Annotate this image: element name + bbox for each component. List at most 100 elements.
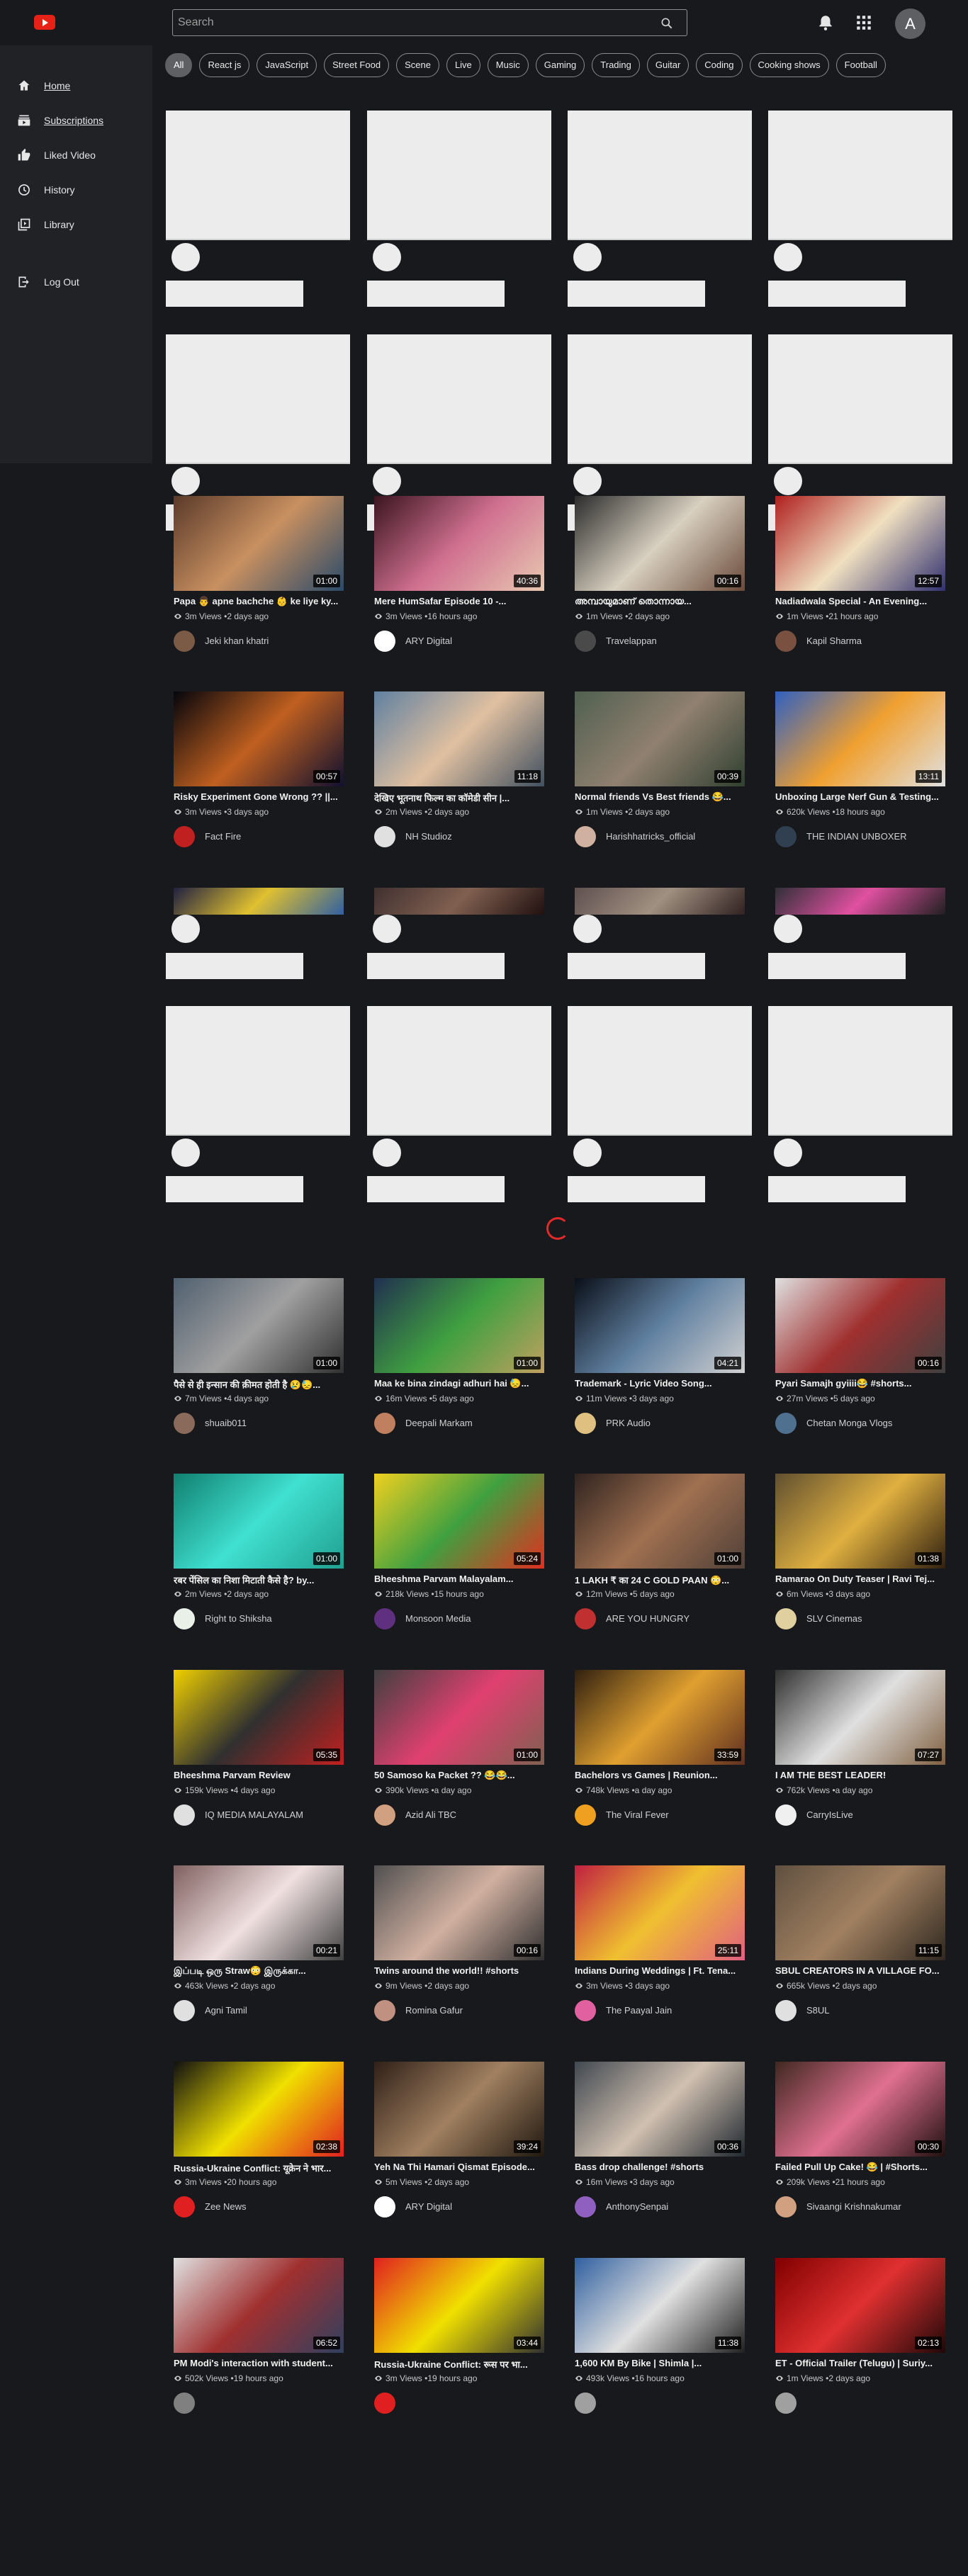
channel-name[interactable]: AnthonySenpai bbox=[606, 2201, 668, 2212]
video-title[interactable]: देखिए भूतनाथ फिल्म का कॉमेडी सीन |... bbox=[374, 791, 544, 804]
channel-avatar[interactable] bbox=[174, 1804, 195, 1826]
channel-avatar[interactable] bbox=[575, 1413, 596, 1434]
channel-avatar[interactable] bbox=[575, 631, 596, 652]
video-thumbnail[interactable]: 05:24 bbox=[374, 1474, 544, 1569]
video-title[interactable]: 1 LAKH ₹ का 24 C GOLD PAAN 😳... bbox=[575, 1574, 745, 1586]
channel-name[interactable]: PRK Audio bbox=[606, 1418, 651, 1428]
video-title[interactable]: Failed Pull Up Cake! 😂 | #Shorts... bbox=[775, 2162, 945, 2173]
channel-name[interactable]: Travelappan bbox=[606, 635, 657, 646]
channel-avatar[interactable] bbox=[775, 2000, 797, 2021]
video-title[interactable]: Papa 👨 apne bachche 👶 ke liye ky... bbox=[174, 596, 344, 607]
video-title[interactable]: Bass drop challenge! #shorts bbox=[575, 2162, 745, 2172]
video-thumbnail[interactable]: 00:57 bbox=[174, 691, 344, 786]
channel-avatar[interactable] bbox=[374, 2196, 395, 2218]
video-title[interactable]: Maa ke bina zindagi adhuri hai 😓... bbox=[374, 1378, 544, 1389]
video-thumbnail[interactable]: 01:00 bbox=[174, 1278, 344, 1373]
channel-avatar[interactable] bbox=[374, 1804, 395, 1826]
channel-name[interactable]: ARE YOU HUNGRY bbox=[606, 1613, 690, 1624]
video-thumbnail[interactable] bbox=[374, 888, 544, 915]
video-thumbnail[interactable]: 12:57 bbox=[775, 496, 945, 591]
video-title[interactable]: Russia-Ukraine Conflict: यूक्रेन ने भार.… bbox=[174, 2162, 344, 2174]
video-title[interactable]: Russia-Ukraine Conflict: रूस पर भा... bbox=[374, 2358, 544, 2371]
channel-name[interactable]: Fact Fire bbox=[205, 831, 241, 842]
video-thumbnail[interactable]: 01:00 bbox=[575, 1474, 745, 1569]
video-card[interactable]: 12:57 Nadiadwala Special - An Evening... 1… bbox=[775, 496, 945, 666]
video-title[interactable]: ET - Official Trailer (Telugu) | Suriy..… bbox=[775, 2358, 945, 2368]
channel-avatar[interactable] bbox=[374, 1413, 395, 1434]
video-card[interactable]: 05:35 Bheeshma Parvam Review 159k Views •4… bbox=[174, 1670, 344, 1840]
video-card[interactable]: 00:36 Bass drop challenge! #shorts 16m Vie… bbox=[575, 2062, 745, 2232]
video-thumbnail[interactable]: 01:00 bbox=[174, 1474, 344, 1569]
video-thumbnail[interactable]: 04:21 bbox=[575, 1278, 745, 1373]
video-card[interactable]: 02:13 ET - Official Trailer (Telugu) | Su… bbox=[775, 2258, 945, 2428]
video-thumbnail[interactable] bbox=[174, 888, 344, 915]
filter-chip[interactable]: Football bbox=[835, 53, 886, 77]
video-thumbnail[interactable]: 03:44 bbox=[374, 2258, 544, 2353]
video-card[interactable]: 01:38 Ramarao On Duty Teaser | Ravi Tej..… bbox=[775, 1474, 945, 1644]
sidebar-item-liked-video[interactable]: Liked Video bbox=[0, 143, 152, 167]
video-title[interactable]: Twins around the world!! #shorts bbox=[374, 1965, 544, 1976]
channel-avatar[interactable] bbox=[374, 1608, 395, 1629]
search-icon[interactable] bbox=[660, 16, 674, 30]
video-card[interactable]: 01:00 1 LAKH ₹ का 24 C GOLD PAAN 😳... 12m … bbox=[575, 1474, 745, 1644]
filter-chip[interactable]: JavaScript bbox=[257, 53, 317, 77]
video-thumbnail[interactable]: 01:00 bbox=[374, 1670, 544, 1765]
video-thumbnail[interactable]: 11:38 bbox=[575, 2258, 745, 2353]
channel-name[interactable]: IQ MEDIA MALAYALAM bbox=[205, 1809, 303, 1820]
sidebar-item-subscriptions[interactable]: Subscriptions bbox=[0, 108, 152, 132]
video-title[interactable]: Indians During Weddings | Ft. Tena... bbox=[575, 1965, 745, 1976]
channel-avatar[interactable] bbox=[775, 2196, 797, 2218]
channel-name[interactable]: S8UL bbox=[806, 2005, 830, 2016]
channel-avatar[interactable] bbox=[575, 1608, 596, 1629]
channel-avatar[interactable] bbox=[775, 1608, 797, 1629]
video-card[interactable]: 11:15 SBUL CREATORS IN A VILLAGE FO... 665… bbox=[775, 1865, 945, 2035]
channel-avatar[interactable] bbox=[174, 1608, 195, 1629]
video-title[interactable]: Normal friends Vs Best friends 😂... bbox=[575, 791, 745, 803]
channel-avatar[interactable] bbox=[174, 826, 195, 847]
channel-name[interactable]: Agni Tamil bbox=[205, 2005, 247, 2016]
video-title[interactable]: PM Modi's interaction with student... bbox=[174, 2358, 344, 2368]
video-title[interactable]: Bheeshma Parvam Review bbox=[174, 1770, 344, 1780]
video-thumbnail[interactable]: 02:38 bbox=[174, 2062, 344, 2157]
video-card[interactable]: 11:18 देखिए भूतनाथ फिल्म का कॉमेडी सीन |.… bbox=[374, 691, 544, 862]
video-card[interactable]: 05:24 Bheeshma Parvam Malayalam... 218k Vi… bbox=[374, 1474, 544, 1644]
video-thumbnail[interactable]: 05:35 bbox=[174, 1670, 344, 1765]
video-thumbnail[interactable]: 00:16 bbox=[775, 1278, 945, 1373]
channel-name[interactable]: Romina Gafur bbox=[405, 2005, 463, 2016]
video-card[interactable]: 01:00 पैसे से ही इन्सान की क़ीमत होती है … bbox=[174, 1278, 344, 1448]
video-card[interactable]: 00:57 Risky Experiment Gone Wrong ?? ||..… bbox=[174, 691, 344, 862]
video-title[interactable]: 1,600 KM By Bike | Shimla |... bbox=[575, 2358, 745, 2368]
sidebar-item-library[interactable]: Library bbox=[0, 213, 152, 237]
channel-avatar[interactable] bbox=[775, 631, 797, 652]
channel-avatar[interactable] bbox=[575, 2000, 596, 2021]
channel-name[interactable]: The Paayal Jain bbox=[606, 2005, 672, 2016]
video-title[interactable]: Bachelors vs Games | Reunion... bbox=[575, 1770, 745, 1780]
channel-name[interactable]: Sivaangi Krishnakumar bbox=[806, 2201, 901, 2212]
video-card[interactable]: 13:11 Unboxing Large Nerf Gun & Testing..… bbox=[775, 691, 945, 862]
filter-chip[interactable]: Cooking shows bbox=[749, 53, 829, 77]
channel-avatar[interactable] bbox=[575, 826, 596, 847]
channel-name[interactable]: Right to Shiksha bbox=[205, 1613, 272, 1624]
video-card[interactable]: 39:24 Yeh Na Thi Hamari Qismat Episode...… bbox=[374, 2062, 544, 2232]
filter-chip[interactable]: Trading bbox=[592, 53, 640, 77]
video-thumbnail[interactable]: 33:59 bbox=[575, 1670, 745, 1765]
channel-avatar[interactable] bbox=[174, 631, 195, 652]
video-title[interactable]: 50 Samoso ka Packet ?? 😂😂... bbox=[374, 1770, 544, 1781]
channel-name[interactable]: Monsoon Media bbox=[405, 1613, 471, 1624]
video-title[interactable]: இப்படி ஒரு Straw😳 இருக்கா... bbox=[174, 1965, 344, 1977]
channel-name[interactable]: shuaib011 bbox=[205, 1418, 247, 1428]
video-title[interactable]: അമ്പായുമാണ് തൊന്നായ... bbox=[575, 596, 745, 607]
video-thumbnail[interactable]: 00:36 bbox=[575, 2062, 745, 2157]
filter-chip[interactable]: Guitar bbox=[646, 53, 690, 77]
video-title[interactable]: पैसे से ही इन्सान की क़ीमत होती है 😢😓... bbox=[174, 1378, 344, 1391]
channel-name[interactable]: Azid Ali TBC bbox=[405, 1809, 456, 1820]
video-thumbnail[interactable] bbox=[575, 888, 745, 915]
video-thumbnail[interactable] bbox=[775, 888, 945, 915]
channel-avatar[interactable] bbox=[575, 1804, 596, 1826]
channel-name[interactable]: Zee News bbox=[205, 2201, 247, 2212]
channel-avatar[interactable] bbox=[174, 2000, 195, 2021]
channel-avatar[interactable] bbox=[174, 1413, 195, 1434]
sidebar-item-history[interactable]: History bbox=[0, 178, 152, 202]
channel-avatar[interactable] bbox=[775, 826, 797, 847]
video-card[interactable]: 00:30 Failed Pull Up Cake! 😂 | #Shorts...… bbox=[775, 2062, 945, 2232]
